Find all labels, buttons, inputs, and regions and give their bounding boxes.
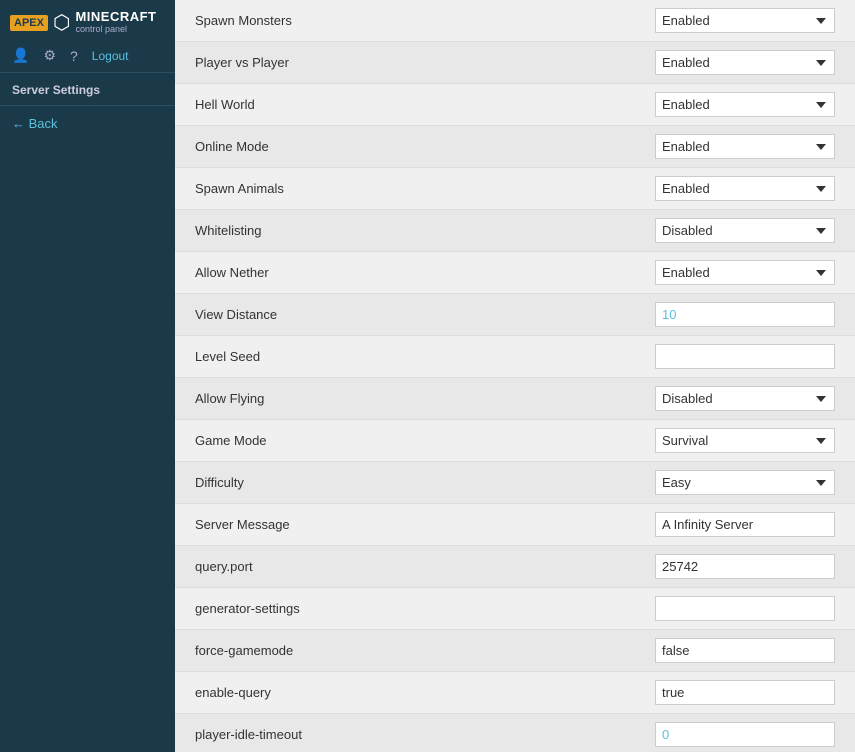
sidebar-section-title: Server Settings [0,73,175,106]
settings-container: Spawn MonstersEnabledDisabledPlayer vs P… [175,0,855,752]
settings-row: Player vs Player EnabledDisabled [175,42,855,84]
settings-row: Spawn Animals EnabledDisabled [175,168,855,210]
settings-input-force-gamemode[interactable] [655,638,835,663]
settings-input-query-port[interactable] [655,554,835,579]
settings-control: EnabledDisabled [495,50,835,75]
settings-row: Allow Nether EnabledDisabled [175,252,855,294]
settings-control: EnabledDisabled [495,218,835,243]
settings-label: Game Mode [195,425,495,456]
settings-label: enable-query [195,677,495,708]
minecraft-label: MINECRAFT [75,10,156,24]
settings-row: player-idle-timeout [175,714,855,752]
logout-link[interactable]: Logout [92,49,129,63]
settings-control: EnabledDisabled [495,92,835,117]
settings-input-view-distance[interactable] [655,302,835,327]
settings-select-game-mode[interactable]: SurvivalCreativeAdventureSpectator [655,428,835,453]
settings-control: EnabledDisabled [495,134,835,159]
main-content: Spawn MonstersEnabledDisabledPlayer vs P… [175,0,855,752]
sidebar: APEX ⬡ MINECRAFT control panel 👤 ⚙ ? Log… [0,0,175,752]
settings-label: View Distance [195,299,495,330]
settings-label: force-gamemode [195,635,495,666]
help-icon[interactable]: ? [70,48,78,64]
settings-row: Allow Flying EnabledDisabled [175,378,855,420]
settings-control: EnabledDisabled [495,260,835,285]
sidebar-icons: 👤 ⚙ ? Logout [0,41,175,73]
settings-select-whitelisting[interactable]: EnabledDisabled [655,218,835,243]
settings-row: Game Mode SurvivalCreativeAdventureSpecta… [175,420,855,462]
settings-row: Spawn Monsters EnabledDisabled [175,0,855,42]
settings-input-generator-settings[interactable] [655,596,835,621]
settings-row: enable-query [175,672,855,714]
settings-row: Level Seed [175,336,855,378]
cube-icon: ⬡ [53,10,70,35]
settings-control [495,302,835,327]
settings-select-player-vs-player[interactable]: EnabledDisabled [655,50,835,75]
settings-row: Difficulty PeacefulEasyNormalHard [175,462,855,504]
settings-input-player-idle-timeout[interactable] [655,722,835,747]
settings-label: Server Message [195,509,495,540]
settings-label: player-idle-timeout [195,719,495,750]
settings-input-server-message[interactable] [655,512,835,537]
gear-icon[interactable]: ⚙ [43,47,56,64]
settings-label: query.port [195,551,495,582]
settings-input-level-seed[interactable] [655,344,835,369]
settings-select-allow-flying[interactable]: EnabledDisabled [655,386,835,411]
settings-select-difficulty[interactable]: PeacefulEasyNormalHard [655,470,835,495]
settings-control: SurvivalCreativeAdventureSpectator [495,428,835,453]
settings-row: generator-settings [175,588,855,630]
settings-row: force-gamemode [175,630,855,672]
settings-label: Spawn Animals [195,173,495,204]
settings-row: query.port [175,546,855,588]
settings-select-spawn-animals[interactable]: EnabledDisabled [655,176,835,201]
apex-logo: APEX ⬡ MINECRAFT control panel [10,10,156,35]
apex-minecraft-text: MINECRAFT control panel [75,10,156,34]
settings-label: Spawn Monsters [195,5,495,36]
settings-label: Allow Nether [195,257,495,288]
settings-label: Level Seed [195,341,495,372]
settings-control: EnabledDisabled [495,176,835,201]
settings-control [495,344,835,369]
settings-input-enable-query[interactable] [655,680,835,705]
apex-logo-box: APEX [10,15,48,31]
settings-row: Whitelisting EnabledDisabled [175,210,855,252]
settings-label: Whitelisting [195,215,495,246]
settings-row: Server Message [175,504,855,546]
settings-row: Hell World EnabledDisabled [175,84,855,126]
settings-control [495,638,835,663]
settings-control: PeacefulEasyNormalHard [495,470,835,495]
settings-select-online-mode[interactable]: EnabledDisabled [655,134,835,159]
settings-select-spawn-monsters[interactable]: EnabledDisabled [655,8,835,33]
settings-label: generator-settings [195,593,495,624]
settings-control: EnabledDisabled [495,386,835,411]
settings-select-allow-nether[interactable]: EnabledDisabled [655,260,835,285]
settings-control [495,722,835,747]
settings-label: Online Mode [195,131,495,162]
sidebar-header: APEX ⬡ MINECRAFT control panel [0,0,175,41]
settings-row: Online Mode EnabledDisabled [175,126,855,168]
settings-label: Player vs Player [195,47,495,78]
settings-label: Hell World [195,89,495,120]
user-icon[interactable]: 👤 [12,47,29,64]
settings-label: Allow Flying [195,383,495,414]
control-panel-label: control panel [75,25,156,35]
settings-control [495,680,835,705]
settings-control [495,596,835,621]
settings-row: View Distance [175,294,855,336]
settings-control [495,554,835,579]
settings-label: Difficulty [195,467,495,498]
back-button[interactable]: ← Back [0,106,175,141]
settings-control [495,512,835,537]
settings-select-hell-world[interactable]: EnabledDisabled [655,92,835,117]
settings-control: EnabledDisabled [495,8,835,33]
